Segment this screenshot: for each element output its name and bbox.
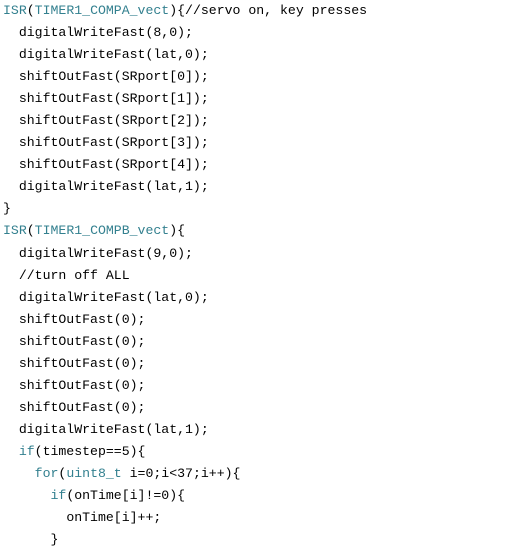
code-text: digitalWriteFast(lat,0); bbox=[18, 289, 209, 305]
code-text: } bbox=[50, 532, 59, 548]
code-keyword: TIMER1_COMPB_vect bbox=[34, 223, 170, 239]
code-line[interactable]: if(timestep==5){ bbox=[3, 441, 503, 463]
code-keyword: uint8_t bbox=[66, 465, 122, 481]
code-line[interactable]: digitalWriteFast(9,0); bbox=[3, 243, 503, 265]
code-line[interactable]: ISR(TIMER1_COMPB_vect){ bbox=[3, 220, 503, 242]
code-line[interactable]: digitalWriteFast(8,0); bbox=[3, 22, 503, 44]
code-line[interactable]: if(onTime[i]!=0){ bbox=[3, 485, 503, 507]
code-line[interactable]: digitalWriteFast(lat,1); bbox=[3, 176, 503, 198]
code-line[interactable]: //turn off ALL bbox=[3, 265, 503, 287]
code-keyword: ISR bbox=[3, 223, 27, 239]
code-text: ){ bbox=[169, 223, 186, 239]
code-line[interactable]: shiftOutFast(0); bbox=[3, 375, 503, 397]
code-keyword: TIMER1_COMPA_vect bbox=[34, 3, 170, 18]
code-text: shiftOutFast(SRport[1]); bbox=[18, 91, 209, 107]
code-text: digitalWriteFast(8,0); bbox=[18, 25, 193, 41]
code-text: digitalWriteFast(lat,1); bbox=[18, 179, 209, 195]
code-line[interactable]: ISR(TIMER1_COMPA_vect){//servo on, key p… bbox=[3, 0, 503, 22]
code-line[interactable]: shiftOutFast(0); bbox=[3, 331, 503, 353]
code-text: //turn off ALL bbox=[18, 267, 130, 283]
code-editor[interactable]: ISR(TIMER1_COMPA_vect){//servo on, key p… bbox=[3, 0, 503, 551]
code-text: ( bbox=[26, 223, 35, 239]
code-text: shiftOutFast(0); bbox=[18, 355, 146, 371]
code-line[interactable]: shiftOutFast(0); bbox=[3, 397, 503, 419]
code-keyword: ISR bbox=[3, 3, 27, 18]
code-text: shiftOutFast(SRport[2]); bbox=[18, 113, 209, 129]
code-text: digitalWriteFast(lat,1); bbox=[18, 421, 209, 437]
code-line[interactable]: shiftOutFast(0); bbox=[3, 309, 503, 331]
code-line[interactable]: shiftOutFast(SRport[3]); bbox=[3, 132, 503, 154]
code-text: shiftOutFast(SRport[4]); bbox=[18, 157, 209, 173]
code-line[interactable]: digitalWriteFast(lat,0); bbox=[3, 44, 503, 66]
code-text: (timestep==5){ bbox=[34, 443, 146, 459]
code-text: shiftOutFast(0); bbox=[18, 377, 146, 393]
code-keyword: if bbox=[18, 443, 35, 459]
code-line[interactable]: shiftOutFast(0); bbox=[3, 353, 503, 375]
code-text: onTime[i]++; bbox=[66, 510, 162, 526]
code-text: ( bbox=[26, 3, 35, 18]
code-text: i=0;i<37;i++){ bbox=[121, 465, 241, 481]
code-text: (onTime[i]!=0){ bbox=[66, 488, 186, 504]
code-line[interactable]: shiftOutFast(SRport[2]); bbox=[3, 110, 503, 132]
code-line[interactable]: } bbox=[3, 198, 503, 220]
code-line[interactable]: digitalWriteFast(lat,0); bbox=[3, 287, 503, 309]
code-line[interactable]: onTime[i]++; bbox=[3, 507, 503, 529]
code-line[interactable]: digitalWriteFast(lat,1); bbox=[3, 419, 503, 441]
code-text: } bbox=[3, 201, 11, 217]
code-text: shiftOutFast(SRport[0]); bbox=[18, 69, 209, 85]
code-line[interactable]: shiftOutFast(SRport[4]); bbox=[3, 154, 503, 176]
code-line[interactable]: shiftOutFast(SRport[0]); bbox=[3, 66, 503, 88]
code-text: digitalWriteFast(lat,0); bbox=[18, 47, 209, 63]
code-line[interactable]: for(uint8_t i=0;i<37;i++){ bbox=[3, 463, 503, 485]
code-keyword: if bbox=[50, 488, 67, 504]
code-text: shiftOutFast(SRport[3]); bbox=[18, 135, 209, 151]
code-text: ){//servo on, key presses bbox=[169, 3, 368, 18]
code-text: shiftOutFast(0); bbox=[18, 311, 146, 327]
code-line[interactable]: } bbox=[3, 529, 503, 551]
code-text: shiftOutFast(0); bbox=[18, 333, 146, 349]
code-line[interactable]: shiftOutFast(SRport[1]); bbox=[3, 88, 503, 110]
code-text: shiftOutFast(0); bbox=[18, 399, 146, 415]
code-keyword: for bbox=[34, 465, 59, 481]
code-text: digitalWriteFast(9,0); bbox=[18, 245, 193, 261]
